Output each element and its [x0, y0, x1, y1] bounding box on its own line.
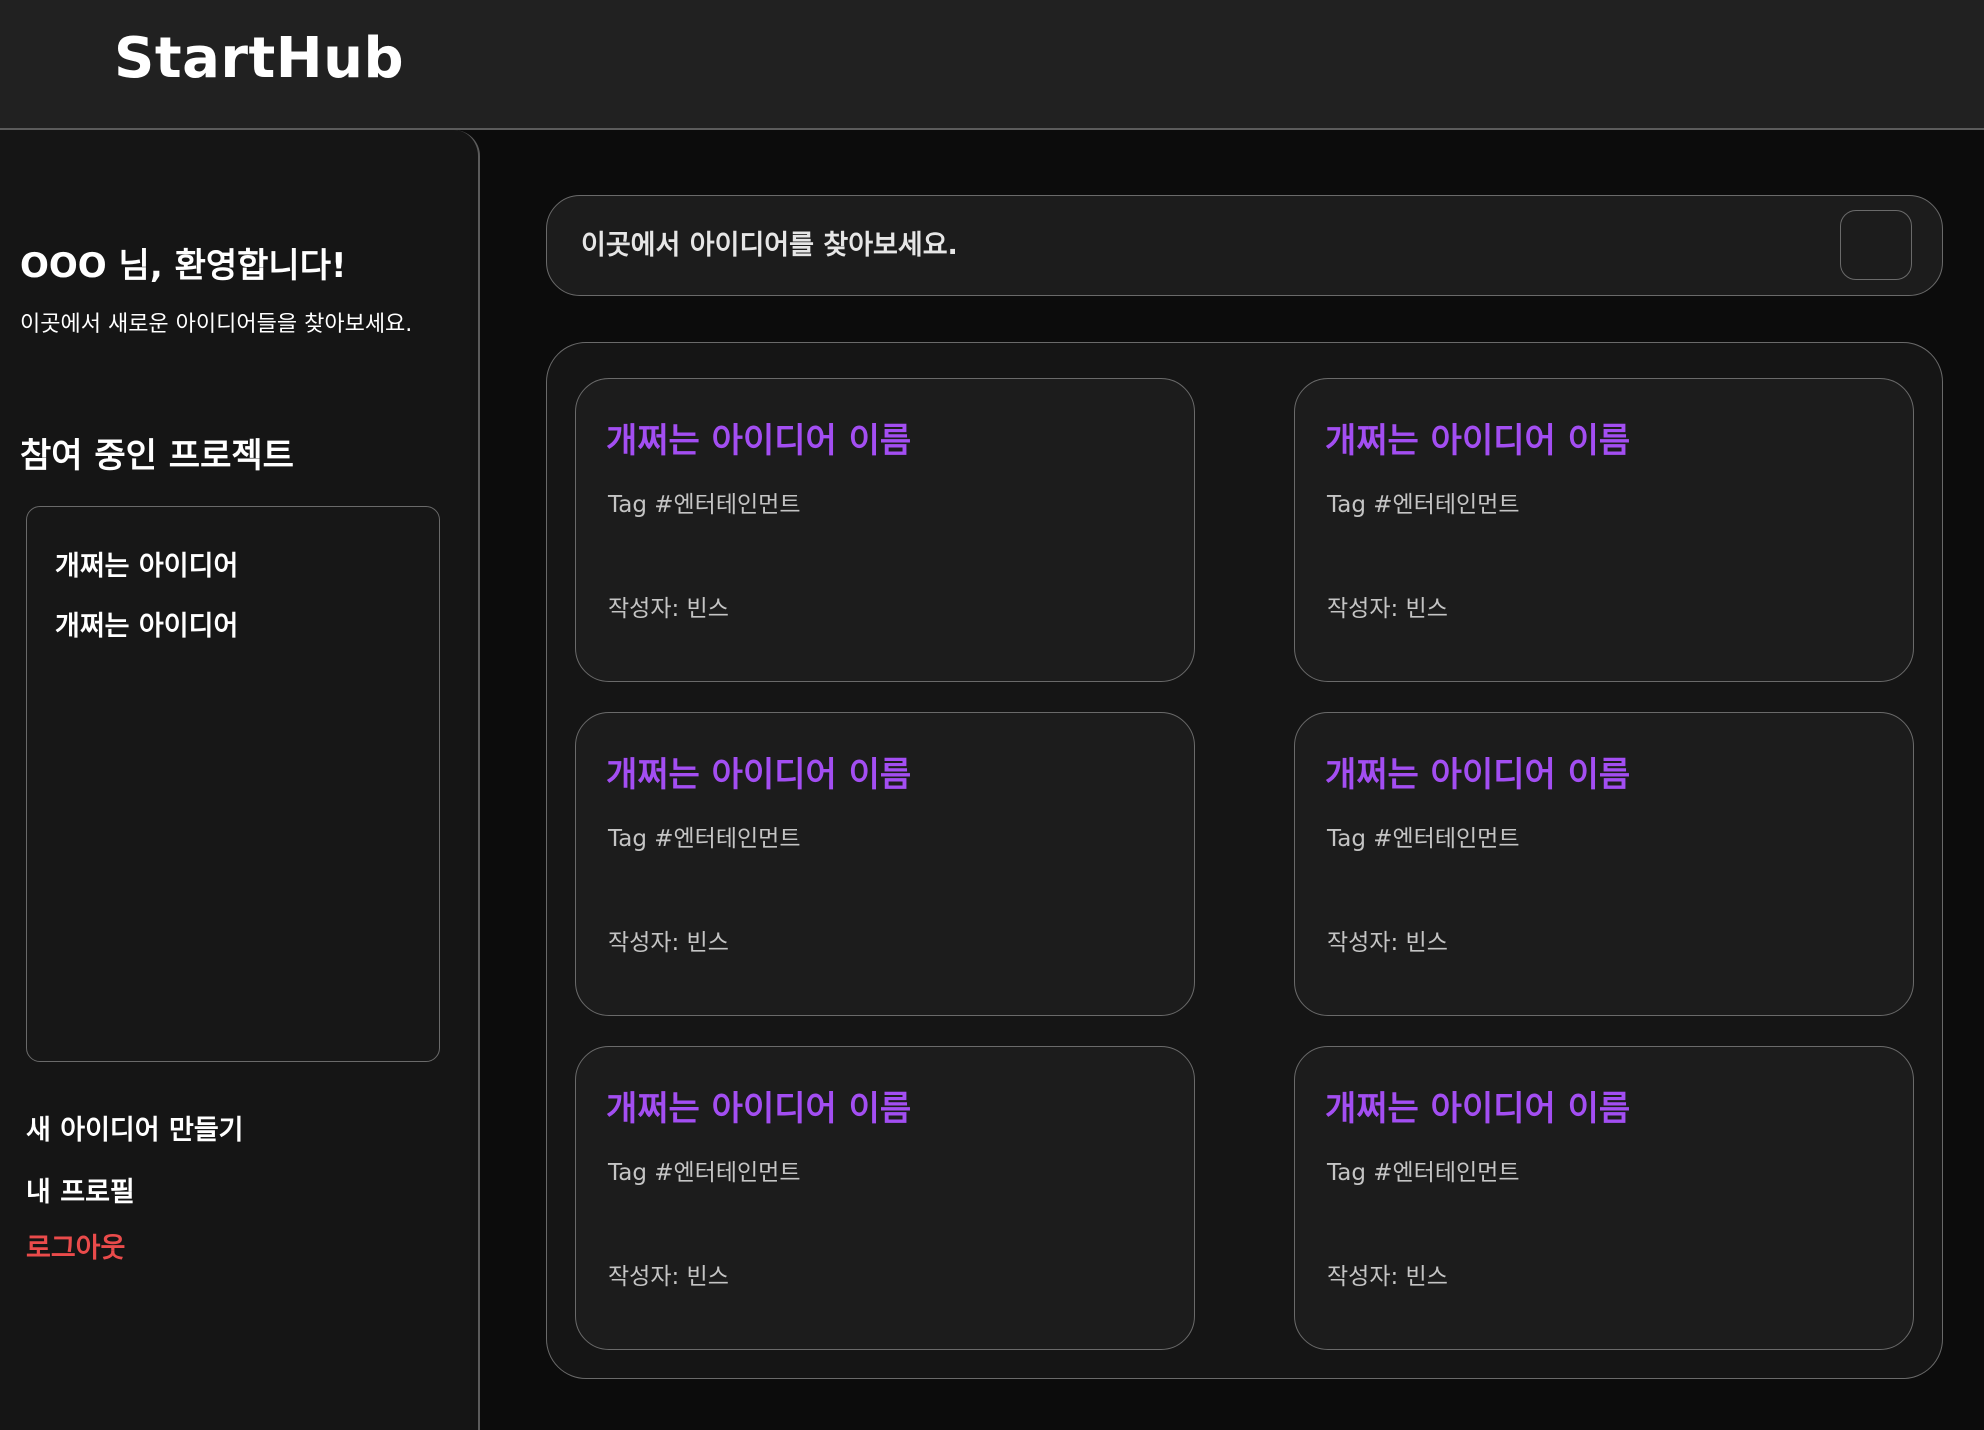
search-input[interactable]	[581, 224, 1761, 266]
card-author: 작성자: 빈스	[608, 1264, 729, 1290]
welcome-title: OOO 님, 환영합니다!	[20, 246, 347, 286]
idea-card[interactable]: 개쩌는 아이디어 이름 Tag #엔터테인먼트 작성자: 빈스	[575, 712, 1195, 1016]
search-button[interactable]	[1840, 210, 1912, 280]
card-author: 작성자: 빈스	[1327, 596, 1448, 622]
project-item[interactable]: 개쩌는 아이디어	[55, 549, 439, 609]
card-tag: Tag #엔터테인먼트	[1327, 826, 1520, 852]
card-author: 작성자: 빈스	[1327, 930, 1448, 956]
card-title: 개쩌는 아이디어 이름	[1325, 1089, 1631, 1129]
top-header: StartHub	[0, 0, 1984, 130]
project-item[interactable]: 개쩌는 아이디어	[55, 609, 439, 669]
card-tag: Tag #엔터테인먼트	[608, 826, 801, 852]
new-idea-link[interactable]: 새 아이디어 만들기	[26, 1108, 244, 1147]
logout-link[interactable]: 로그아웃	[26, 1226, 125, 1265]
card-title: 개쩌는 아이디어 이름	[606, 755, 912, 795]
idea-card[interactable]: 개쩌는 아이디어 이름 Tag #엔터테인먼트 작성자: 빈스	[575, 378, 1195, 682]
projects-list: 개쩌는 아이디어 개쩌는 아이디어	[26, 506, 440, 1062]
card-tag: Tag #엔터테인먼트	[1327, 1160, 1520, 1186]
card-title: 개쩌는 아이디어 이름	[606, 421, 912, 461]
card-title: 개쩌는 아이디어 이름	[606, 1089, 912, 1129]
card-tag: Tag #엔터테인먼트	[608, 492, 801, 518]
card-title: 개쩌는 아이디어 이름	[1325, 755, 1631, 795]
card-author: 작성자: 빈스	[608, 596, 729, 622]
card-author: 작성자: 빈스	[1327, 1264, 1448, 1290]
card-author: 작성자: 빈스	[608, 930, 729, 956]
projects-heading: 참여 중인 프로젝트	[20, 436, 294, 476]
idea-card[interactable]: 개쩌는 아이디어 이름 Tag #엔터테인먼트 작성자: 빈스	[1294, 712, 1914, 1016]
idea-feed: 개쩌는 아이디어 이름 Tag #엔터테인먼트 작성자: 빈스 개쩌는 아이디어…	[546, 342, 1943, 1379]
card-tag: Tag #엔터테인먼트	[608, 1160, 801, 1186]
my-profile-link[interactable]: 내 프로필	[26, 1170, 135, 1209]
card-title: 개쩌는 아이디어 이름	[1325, 421, 1631, 461]
sidebar: OOO 님, 환영합니다! 이곳에서 새로운 아이디어들을 찾아보세요. 참여 …	[0, 130, 480, 1430]
app-logo[interactable]: StartHub	[114, 26, 404, 91]
idea-card[interactable]: 개쩌는 아이디어 이름 Tag #엔터테인먼트 작성자: 빈스	[575, 1046, 1195, 1350]
idea-card[interactable]: 개쩌는 아이디어 이름 Tag #엔터테인먼트 작성자: 빈스	[1294, 1046, 1914, 1350]
idea-card[interactable]: 개쩌는 아이디어 이름 Tag #엔터테인먼트 작성자: 빈스	[1294, 378, 1914, 682]
welcome-subtitle: 이곳에서 새로운 아이디어들을 찾아보세요.	[20, 312, 413, 337]
search-bar	[546, 195, 1943, 296]
card-tag: Tag #엔터테인먼트	[1327, 492, 1520, 518]
